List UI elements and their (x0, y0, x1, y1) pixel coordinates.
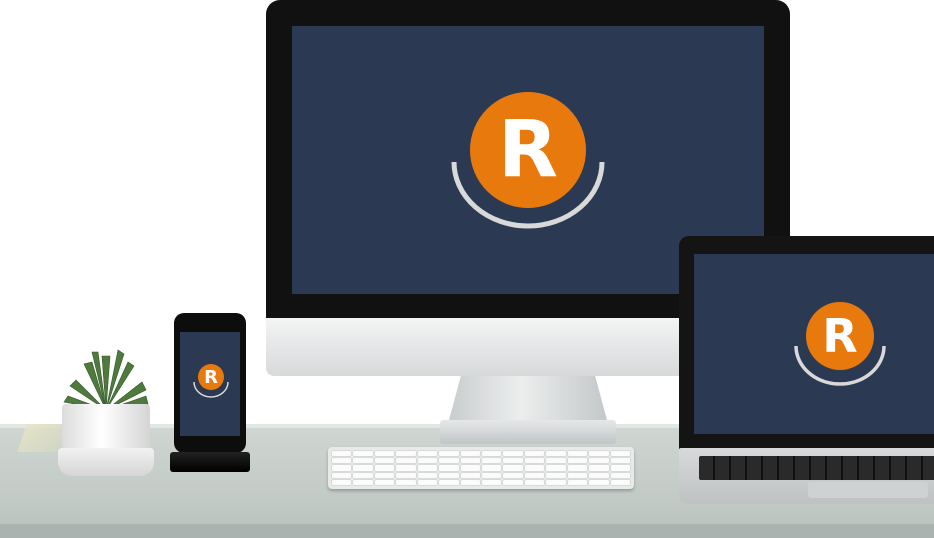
r-logo-icon: R (198, 364, 224, 390)
imac-stand-neck (448, 376, 608, 424)
plant-pot (62, 404, 150, 454)
plant-saucer (58, 448, 154, 476)
laptop-trackpad (808, 482, 928, 498)
imac-stand-foot (440, 420, 616, 444)
laptop-logo: R (792, 302, 888, 388)
imac-logo: R (450, 92, 606, 232)
keyboard (328, 447, 634, 489)
r-logo-icon: R (806, 302, 874, 370)
phone-logo: R (192, 364, 230, 400)
laptop-screen: R (694, 254, 934, 434)
phone-dock (170, 452, 250, 472)
succulent-icon (63, 349, 149, 411)
desk-front-edge (0, 524, 934, 538)
laptop-keyboard (699, 456, 934, 480)
r-logo-icon: R (470, 92, 586, 208)
phone-screen: R (180, 332, 240, 436)
